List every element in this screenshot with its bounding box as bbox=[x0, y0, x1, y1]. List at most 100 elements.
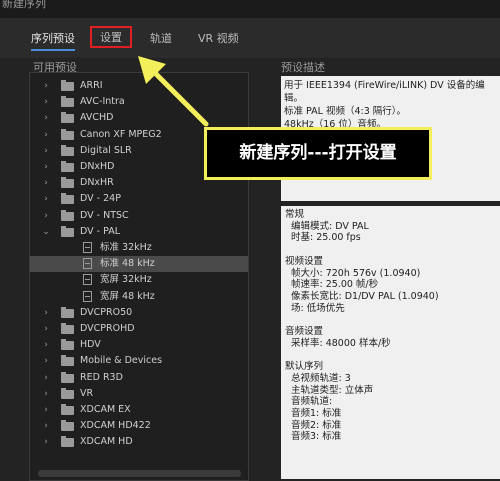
folder-icon bbox=[61, 355, 74, 367]
tree-item-label: DV - 24P bbox=[80, 193, 121, 205]
chevron-right-icon[interactable]: › bbox=[42, 337, 50, 353]
folder-icon bbox=[61, 436, 74, 448]
pixel-aspect: 像素长宽比: D1/DV PAL (1.0940) bbox=[291, 290, 439, 302]
tree-item-label: XDCAM HD422 bbox=[80, 420, 151, 432]
chevron-right-icon[interactable]: › bbox=[42, 127, 50, 143]
audio-track-2: 音频2: 标准 bbox=[291, 419, 342, 431]
video-heading: 视频设置 bbox=[285, 255, 324, 267]
tab-vr-video[interactable]: VR 视频 bbox=[198, 30, 239, 46]
tab-settings[interactable]: 设置 bbox=[90, 26, 132, 48]
preset-folder[interactable]: › XDCAM HD bbox=[30, 434, 248, 450]
chevron-right-icon[interactable]: › bbox=[42, 386, 50, 402]
preset-details-box: 常规 编辑模式: DV PAL 时基: 25.00 fps 视频设置 帧大小: … bbox=[281, 206, 500, 479]
general-heading: 常规 bbox=[285, 209, 305, 220]
folder-icon bbox=[61, 128, 74, 140]
tree-item-label: DVCPROHD bbox=[80, 323, 135, 334]
chevron-right-icon[interactable]: › bbox=[42, 94, 50, 110]
tree-item-label: XDCAM EX bbox=[80, 404, 131, 415]
preset-item[interactable]: 宽屏 32kHz bbox=[30, 272, 248, 288]
preset-file-icon bbox=[83, 274, 92, 286]
preset-item[interactable]: 标准 32kHz bbox=[30, 240, 248, 256]
chevron-right-icon[interactable]: › bbox=[42, 434, 50, 450]
chevron-right-icon[interactable]: › bbox=[42, 321, 50, 337]
preset-item[interactable]: 宽屏 48 kHz bbox=[30, 289, 248, 305]
chevron-right-icon[interactable]: › bbox=[42, 418, 50, 434]
chevron-right-icon[interactable]: › bbox=[42, 191, 50, 207]
chevron-right-icon[interactable]: › bbox=[42, 353, 50, 369]
preset-folder[interactable]: › DV - 24P bbox=[30, 191, 248, 207]
tree-item-label: 标准 48 kHz bbox=[100, 258, 155, 270]
preset-folder[interactable]: › HDV bbox=[30, 337, 248, 353]
frame-size: 帧大小: 720h 576v (1.0940) bbox=[291, 267, 421, 279]
folder-icon bbox=[61, 225, 74, 237]
folder-icon bbox=[61, 161, 74, 172]
tree-item-label: DNxHD bbox=[80, 161, 115, 172]
tree-item-label: DV - PAL bbox=[80, 225, 121, 237]
tree-item-label: XDCAM HD bbox=[80, 436, 133, 448]
tree-item-label: HDV bbox=[80, 339, 101, 351]
chevron-right-icon[interactable]: › bbox=[42, 370, 50, 386]
preset-file-icon bbox=[83, 242, 92, 253]
frame-rate: 帧速率: 25.00 帧/秒 bbox=[291, 279, 379, 291]
folder-icon bbox=[61, 144, 74, 156]
preset-folder[interactable]: › DVCPRO50 bbox=[30, 305, 248, 321]
folder-icon bbox=[61, 306, 74, 318]
chevron-right-icon[interactable]: › bbox=[42, 143, 50, 159]
chevron-right-icon[interactable]: › bbox=[42, 110, 50, 126]
tree-item-label: Digital SLR bbox=[80, 144, 132, 156]
chevron-right-icon[interactable]: › bbox=[42, 305, 50, 321]
tree-item-label: AVCHD bbox=[80, 112, 114, 124]
audio-tracks: 音频轨道: bbox=[291, 396, 333, 408]
preset-file-icon bbox=[83, 258, 92, 270]
annotation-box: 新建序列---打开设置 bbox=[204, 127, 432, 180]
audio-track-1: 音频1: 标准 bbox=[291, 407, 342, 419]
tree-item-label: 宽屏 32kHz bbox=[100, 274, 152, 286]
folder-icon bbox=[61, 323, 74, 334]
tree-item-label: Mobile & Devices bbox=[80, 355, 163, 367]
tree-item-label: AVC-Intra bbox=[80, 96, 125, 108]
preset-folder[interactable]: › XDCAM EX bbox=[30, 402, 248, 418]
preset-folder[interactable]: ⌄ DV - PAL bbox=[30, 224, 248, 240]
folder-icon bbox=[61, 387, 74, 399]
tree-item-label: 宽屏 48 kHz bbox=[100, 290, 155, 302]
chevron-right-icon[interactable]: › bbox=[42, 78, 50, 94]
fields: 场: 低场优先 bbox=[291, 302, 345, 314]
preset-folder[interactable]: › DV - NTSC bbox=[30, 208, 248, 224]
preset-item[interactable]: 标准 48 kHz bbox=[30, 256, 248, 273]
window-titlebar: 新建序列 bbox=[0, 0, 500, 18]
preset-file-icon bbox=[83, 290, 92, 302]
audio-heading: 音频设置 bbox=[285, 326, 324, 337]
folder-icon bbox=[61, 404, 74, 415]
tab-tracks[interactable]: 轨道 bbox=[150, 30, 172, 46]
tab-bar: 序列预设 设置 轨道 VR 视频 bbox=[0, 18, 500, 58]
tree-item-label: RED R3D bbox=[80, 371, 123, 383]
preset-folder[interactable]: › XDCAM HD422 bbox=[30, 418, 248, 434]
description-line: 标准 PAL 视频（4:3 隔行）。 bbox=[284, 106, 407, 117]
audio-track-3: 音频3: 标准 bbox=[291, 431, 342, 443]
tree-item-label: 标准 32kHz bbox=[100, 242, 152, 253]
tree-item-label: DNxHR bbox=[80, 177, 114, 189]
preset-folder[interactable]: › VR bbox=[30, 386, 248, 402]
folder-icon bbox=[61, 177, 74, 189]
chevron-right-icon[interactable]: › bbox=[42, 208, 50, 224]
chevron-right-icon[interactable]: › bbox=[42, 159, 50, 175]
sequence-heading: 默认序列 bbox=[285, 361, 324, 373]
chevron-right-icon[interactable]: › bbox=[42, 175, 50, 191]
folder-icon bbox=[61, 96, 74, 108]
folder-icon bbox=[61, 339, 74, 351]
folder-icon bbox=[61, 80, 74, 91]
folder-icon bbox=[61, 112, 74, 124]
preset-folder[interactable]: › RED R3D bbox=[30, 370, 248, 386]
chevron-down-icon[interactable]: ⌄ bbox=[42, 224, 50, 240]
folder-icon bbox=[61, 209, 74, 221]
annotation-arrow bbox=[138, 56, 209, 127]
tab-sequence-presets[interactable]: 序列预设 bbox=[31, 30, 75, 51]
folder-icon bbox=[61, 193, 74, 205]
preset-folder[interactable]: › Mobile & Devices bbox=[30, 353, 248, 369]
tree-item-label: DV - NTSC bbox=[80, 209, 129, 221]
preset-folder[interactable]: › DVCPROHD bbox=[30, 321, 248, 337]
total-video-tracks: 总视频轨道: 3 bbox=[291, 372, 351, 384]
chevron-right-icon[interactable]: › bbox=[42, 402, 50, 418]
folder-icon bbox=[61, 371, 74, 383]
horizontal-scrollbar[interactable] bbox=[38, 470, 241, 477]
